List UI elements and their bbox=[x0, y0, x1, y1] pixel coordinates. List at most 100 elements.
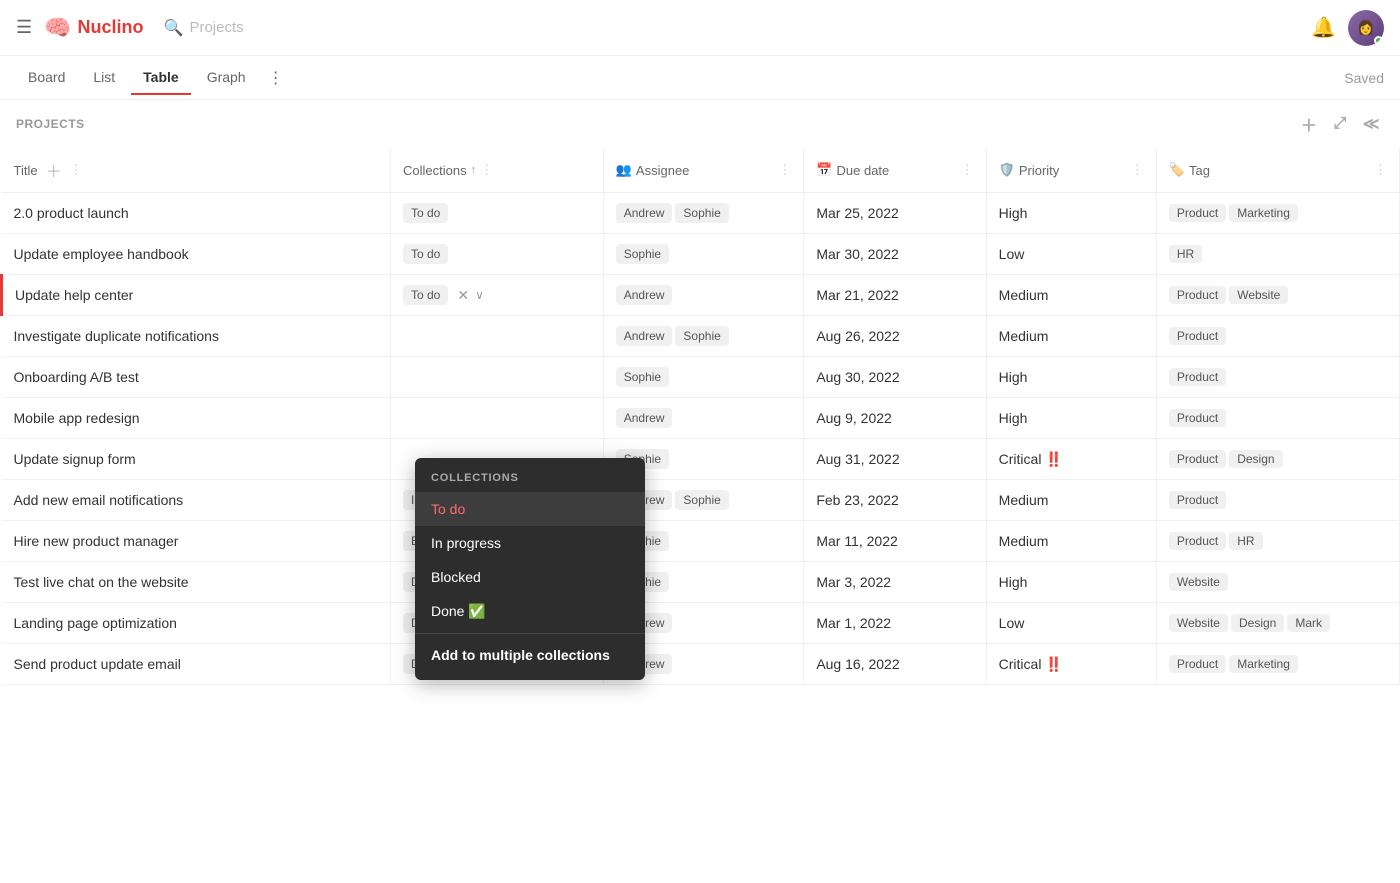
collections-sort-icon[interactable]: ↑ bbox=[471, 164, 477, 176]
cell-title[interactable]: Send product update email bbox=[2, 644, 391, 685]
dropdown-add-multiple[interactable]: Add to multiple collections bbox=[415, 638, 645, 672]
table-container: Title ＋ ⋮ Collections ↑ ⋮ 👥 Assigne bbox=[0, 148, 1400, 883]
tag-badge: Product bbox=[1169, 491, 1226, 509]
cell-tags: ProductHR bbox=[1156, 521, 1399, 562]
avatar[interactable]: 👩 bbox=[1348, 10, 1384, 46]
logo-icon: 🧠 bbox=[44, 15, 71, 41]
tag-badge: Website bbox=[1229, 286, 1288, 304]
table-row: Test live chat on the websiteDone ✅Sophi… bbox=[2, 562, 1400, 603]
cell-priority: Low bbox=[986, 234, 1156, 275]
assignee-andrew: Andrew bbox=[616, 408, 673, 428]
cell-title[interactable]: Update help center bbox=[2, 275, 391, 316]
tag-badge: Product bbox=[1169, 409, 1226, 427]
assignee-col-menu-icon[interactable]: ⋮ bbox=[778, 162, 791, 178]
table-row: Mobile app redesign Andrew Aug 9, 2022High… bbox=[2, 398, 1400, 439]
expand-icon[interactable]: ⤢ bbox=[1329, 113, 1350, 135]
cell-duedate: Aug 31, 2022 bbox=[804, 439, 986, 480]
critical-icon: ‼️ bbox=[1045, 451, 1062, 467]
cell-collections[interactable]: To do bbox=[391, 234, 604, 275]
tab-graph[interactable]: Graph bbox=[195, 61, 258, 95]
assignee-andrew: Andrew bbox=[616, 326, 673, 346]
cell-duedate: Aug 16, 2022 bbox=[804, 644, 986, 685]
cell-collections[interactable] bbox=[391, 398, 604, 439]
cell-collections[interactable] bbox=[391, 316, 604, 357]
cell-collections[interactable]: To do✕∨ bbox=[391, 275, 604, 316]
collections-col-menu-icon[interactable]: ⋮ bbox=[480, 162, 493, 178]
cell-duedate: Mar 1, 2022 bbox=[804, 603, 986, 644]
cell-title[interactable]: Update signup form bbox=[2, 439, 391, 480]
cell-tags: WebsiteDesignMark bbox=[1156, 603, 1399, 644]
cell-priority: High bbox=[986, 398, 1156, 439]
title-col-label: Title bbox=[14, 163, 38, 178]
tag-badge: HR bbox=[1229, 532, 1262, 550]
cell-assignee: Sophie bbox=[603, 234, 804, 275]
expand-collection-icon[interactable]: ∨ bbox=[475, 288, 484, 302]
tag-badge: Website bbox=[1169, 614, 1228, 632]
dropdown-item-blocked[interactable]: Blocked bbox=[415, 560, 645, 594]
tag-col-icon: 🏷️ bbox=[1169, 162, 1185, 178]
tab-list[interactable]: List bbox=[81, 61, 127, 95]
cell-priority: High bbox=[986, 562, 1156, 603]
menu-icon[interactable]: ☰ bbox=[16, 17, 32, 38]
cell-tags: ProductDesign bbox=[1156, 439, 1399, 480]
collapse-icon[interactable]: ≪ bbox=[1359, 112, 1384, 136]
cell-collections[interactable]: To do bbox=[391, 193, 604, 234]
priority-col-menu-icon[interactable]: ⋮ bbox=[1131, 162, 1144, 178]
priority-value: Critical bbox=[999, 656, 1042, 672]
collections-col-label: Collections bbox=[403, 163, 467, 178]
search-area[interactable]: 🔍 Projects bbox=[164, 18, 244, 38]
cell-title[interactable]: Landing page optimization bbox=[2, 603, 391, 644]
cell-title[interactable]: Add new email notifications bbox=[2, 480, 391, 521]
cell-priority: Low bbox=[986, 603, 1156, 644]
cell-title[interactable]: Test live chat on the website bbox=[2, 562, 391, 603]
cell-duedate: Aug 30, 2022 bbox=[804, 357, 986, 398]
cell-title[interactable]: Investigate duplicate notifications bbox=[2, 316, 391, 357]
assignee-col-icon: 👥 bbox=[616, 162, 632, 178]
cell-duedate: Aug 9, 2022 bbox=[804, 398, 986, 439]
tag-badge: HR bbox=[1169, 245, 1202, 263]
tab-table[interactable]: Table bbox=[131, 61, 191, 95]
cell-title[interactable]: Mobile app redesign bbox=[2, 398, 391, 439]
tag-badge: Product bbox=[1169, 532, 1226, 550]
cell-title[interactable]: 2.0 product launch bbox=[2, 193, 391, 234]
cell-priority: Medium bbox=[986, 275, 1156, 316]
tag-badge: Website bbox=[1169, 573, 1228, 591]
cell-title[interactable]: Update employee handbook bbox=[2, 234, 391, 275]
cell-tags: Product bbox=[1156, 480, 1399, 521]
cell-title[interactable]: Onboarding A/B test bbox=[2, 357, 391, 398]
assignee-sophie: Sophie bbox=[616, 244, 669, 264]
col-header-priority: 🛡️ Priority ⋮ bbox=[986, 148, 1156, 193]
tab-board[interactable]: Board bbox=[16, 61, 77, 95]
more-options-icon[interactable]: ⋮ bbox=[262, 60, 290, 96]
tag-col-menu-icon[interactable]: ⋮ bbox=[1374, 162, 1387, 178]
add-row-icon[interactable]: ＋ bbox=[1297, 110, 1322, 138]
tag-badge: Product bbox=[1169, 450, 1226, 468]
dropdown-item-done[interactable]: Done ✅ bbox=[415, 594, 645, 629]
view-tabs: Board List Table Graph ⋮ Saved bbox=[0, 56, 1400, 100]
cell-priority: Critical ‼️ bbox=[986, 439, 1156, 480]
table-row: Add new email notificationsIn progressAn… bbox=[2, 480, 1400, 521]
logo: 🧠 Nuclino bbox=[44, 15, 143, 41]
priority-col-icon: 🛡️ bbox=[999, 162, 1015, 178]
duedate-col-menu-icon[interactable]: ⋮ bbox=[961, 162, 974, 178]
table-row: Hire new product managerBlockedSophieMar… bbox=[2, 521, 1400, 562]
dropdown-label: COLLECTIONS bbox=[415, 466, 645, 492]
add-title-icon[interactable]: ＋ bbox=[42, 158, 66, 182]
collections-dropdown: COLLECTIONS To do In progress Blocked Do… bbox=[415, 458, 645, 680]
cell-assignee: Andrew bbox=[603, 275, 804, 316]
cell-collections[interactable] bbox=[391, 357, 604, 398]
col-header-title: Title ＋ ⋮ bbox=[2, 148, 391, 193]
cell-title[interactable]: Hire new product manager bbox=[2, 521, 391, 562]
notification-bell-icon[interactable]: 🔔 bbox=[1311, 15, 1336, 40]
table-row: Update employee handbookTo doSophieMar 3… bbox=[2, 234, 1400, 275]
collection-badge: To do bbox=[403, 203, 448, 223]
dropdown-item-todo[interactable]: To do bbox=[415, 492, 645, 526]
clear-collection-icon[interactable]: ✕ bbox=[455, 287, 471, 304]
cell-tags: Website bbox=[1156, 562, 1399, 603]
tag-badge: Marketing bbox=[1229, 204, 1298, 222]
title-col-menu-icon[interactable]: ⋮ bbox=[70, 162, 83, 178]
section-label: PROJECTS bbox=[16, 117, 85, 131]
saved-label: Saved bbox=[1344, 70, 1384, 86]
dropdown-item-inprogress[interactable]: In progress bbox=[415, 526, 645, 560]
duedate-col-icon: 📅 bbox=[816, 162, 832, 178]
